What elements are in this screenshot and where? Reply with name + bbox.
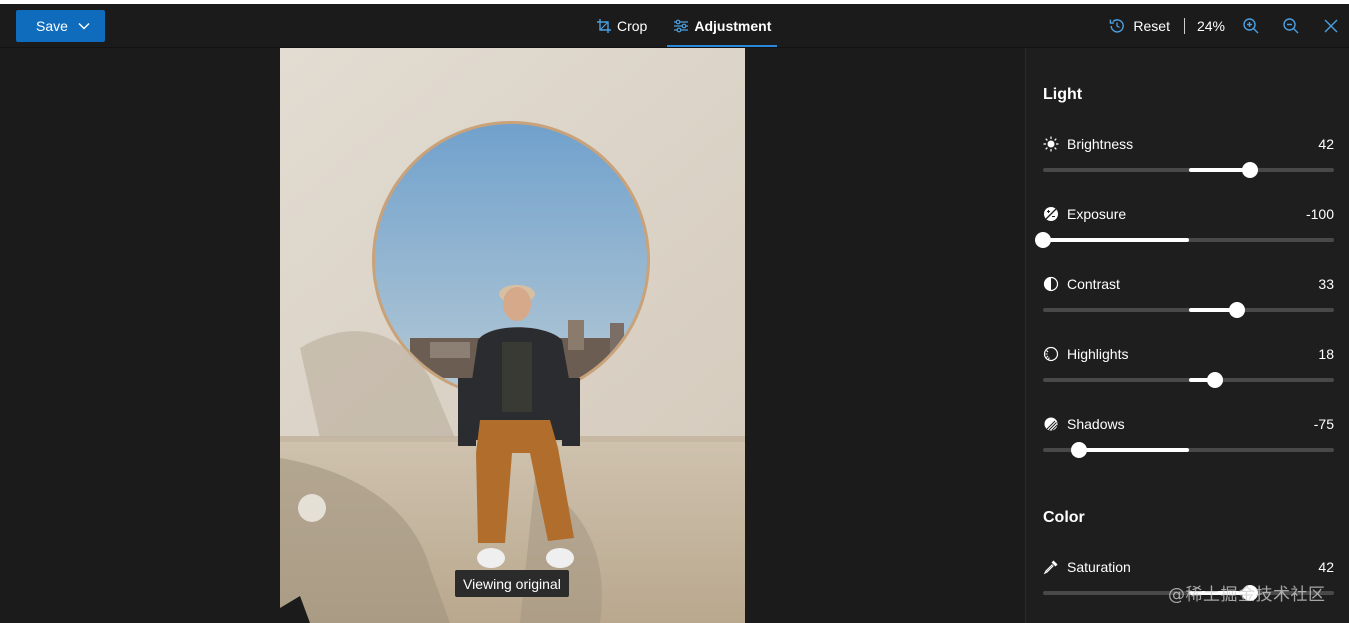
section-title-light: Light bbox=[1043, 86, 1083, 103]
brightness-label: Brightness bbox=[1067, 136, 1134, 152]
shadows-label: Shadows bbox=[1067, 416, 1125, 432]
tab-adjustment-label: Adjustment bbox=[694, 18, 772, 34]
section-title-color: Color bbox=[1043, 509, 1085, 526]
history-reset-icon bbox=[1110, 19, 1125, 33]
editor-tabs: Crop Adjustment bbox=[590, 4, 778, 48]
exposure-slider-thumb[interactable] bbox=[1035, 232, 1051, 248]
right-tools: Reset 24% bbox=[1108, 4, 1349, 48]
highlights-slider[interactable] bbox=[1043, 372, 1334, 388]
shadows-slider-thumb[interactable] bbox=[1071, 442, 1088, 458]
watermark: @稀土掘金技术社区 bbox=[1168, 585, 1326, 605]
saturation-value: 42 bbox=[1318, 559, 1334, 575]
shadows-slider-fill bbox=[1079, 448, 1189, 452]
photo bbox=[280, 48, 745, 623]
exposure-slider[interactable] bbox=[1035, 232, 1334, 248]
zoom-in-button[interactable] bbox=[1241, 16, 1261, 36]
setting-brightness: Brightness 42 bbox=[1043, 134, 1334, 194]
eyedropper-icon bbox=[1043, 560, 1058, 575]
setting-highlights: Highlights 18 bbox=[1043, 344, 1334, 404]
reset-button[interactable]: Reset bbox=[1108, 17, 1170, 35]
setting-exposure: Exposure -100 bbox=[1035, 204, 1334, 264]
exposure-icon bbox=[1044, 207, 1058, 221]
tab-crop[interactable]: Crop bbox=[590, 4, 653, 48]
brightness-slider[interactable] bbox=[1043, 162, 1334, 178]
contrast-slider[interactable] bbox=[1043, 302, 1334, 318]
highlights-slider-thumb[interactable] bbox=[1206, 372, 1223, 388]
highlights-label: Highlights bbox=[1067, 346, 1129, 362]
brightness-slider-thumb[interactable] bbox=[1241, 162, 1258, 178]
zoom-out-icon bbox=[1283, 18, 1299, 34]
brightness-icon bbox=[1043, 136, 1059, 152]
top-toolbar: Save Crop Adjustment Reset 24% bbox=[0, 0, 1349, 48]
zoom-out-button[interactable] bbox=[1281, 16, 1301, 36]
zoom-in-icon bbox=[1243, 18, 1259, 34]
highlights-value: 18 bbox=[1318, 346, 1334, 362]
image-canvas[interactable]: Viewing original bbox=[0, 48, 1025, 623]
contrast-slider-thumb[interactable] bbox=[1228, 302, 1245, 318]
exposure-value: -100 bbox=[1305, 206, 1334, 222]
shadows-slider[interactable] bbox=[1043, 442, 1334, 458]
photo-image bbox=[280, 48, 745, 623]
highlights-icon bbox=[1043, 346, 1059, 362]
chevron-down-icon bbox=[78, 23, 90, 30]
toolbar-divider bbox=[1183, 18, 1185, 34]
tab-adjustment[interactable]: Adjustment bbox=[667, 4, 778, 48]
saturation-label: Saturation bbox=[1067, 559, 1131, 575]
crop-icon bbox=[597, 19, 611, 33]
photo-editor-window: Save Crop Adjustment Reset 24% Viewing o… bbox=[0, 0, 1349, 623]
brightness-value: 42 bbox=[1318, 136, 1334, 152]
brightness-slider-fill bbox=[1188, 168, 1250, 172]
tab-crop-label: Crop bbox=[617, 18, 648, 34]
adjustment-sliders-icon bbox=[674, 19, 689, 33]
contrast-icon bbox=[1043, 276, 1059, 292]
close-button[interactable] bbox=[1321, 16, 1341, 36]
exposure-slider-fill bbox=[1043, 238, 1189, 242]
save-label: Save bbox=[36, 18, 68, 34]
exposure-label: Exposure bbox=[1067, 206, 1127, 222]
setting-shadows: Shadows -75 bbox=[1043, 414, 1334, 474]
contrast-value: 33 bbox=[1318, 276, 1334, 292]
setting-contrast: Contrast 33 bbox=[1043, 274, 1334, 334]
zoom-level: 24% bbox=[1196, 18, 1225, 34]
shadows-icon bbox=[1044, 417, 1058, 431]
contrast-label: Contrast bbox=[1067, 276, 1120, 292]
save-button[interactable]: Save bbox=[16, 10, 105, 42]
reset-label: Reset bbox=[1133, 18, 1170, 34]
close-icon bbox=[1324, 19, 1338, 33]
shadows-value: -75 bbox=[1313, 416, 1334, 432]
viewing-original-badge: Viewing original bbox=[455, 570, 569, 597]
adjustment-panel: Light Brightness 42 Exposure -100 Contra… bbox=[1025, 48, 1349, 623]
